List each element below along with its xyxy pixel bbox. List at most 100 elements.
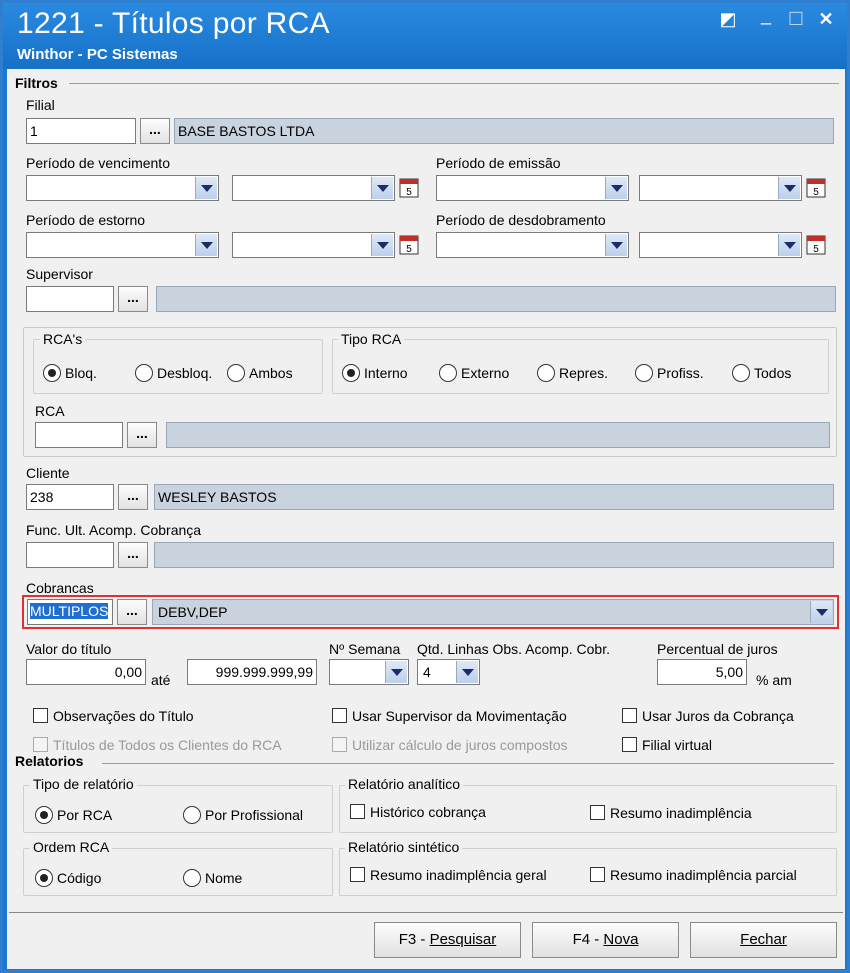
valor-to-input[interactable]: 999.999.999,99: [187, 659, 317, 685]
valor-titulo-label: Valor do título: [26, 641, 112, 657]
form-body: Filtros Filial 1 ... BASE BASTOS LTDA Pe…: [7, 69, 845, 969]
filial-code-input[interactable]: 1: [26, 118, 136, 144]
rcas-ambos-radio[interactable]: Ambos: [227, 364, 293, 382]
chevron-down-icon[interactable]: [778, 234, 800, 256]
calendar-icon[interactable]: 5: [804, 232, 828, 256]
cliente-label: Cliente: [26, 465, 70, 481]
ordem-nome-radio[interactable]: Nome: [183, 869, 242, 887]
rcas-desbloq-radio[interactable]: Desbloq.: [135, 364, 212, 382]
nova-button[interactable]: F4 - Nova: [532, 922, 679, 958]
emissao-from-combo[interactable]: [436, 175, 629, 201]
tipo-rca-interno-radio[interactable]: Interno: [342, 364, 408, 382]
cliente-name-field: WESLEY BASTOS: [154, 484, 834, 510]
supervisor-label: Supervisor: [26, 266, 93, 282]
relatorio-sintetico-legend: Relatório sintético: [345, 839, 463, 855]
rca-lookup-button[interactable]: ...: [127, 422, 157, 448]
func-ult-code-input[interactable]: [26, 542, 114, 568]
tipo-por-profissional-radio[interactable]: Por Profissional: [183, 806, 303, 824]
tipo-rca-profiss-radio[interactable]: Profiss.: [635, 364, 704, 382]
chevron-down-icon[interactable]: [195, 177, 217, 199]
application-window: 1221 - Títulos por RCA Winthor - PC Sist…: [0, 0, 850, 973]
desdobramento-from-combo[interactable]: [436, 232, 629, 258]
chevron-down-icon[interactable]: [195, 234, 217, 256]
estorno-from-combo[interactable]: [26, 232, 219, 258]
chevron-down-icon[interactable]: [810, 601, 832, 623]
ate-label: até: [151, 672, 171, 688]
relatorios-legend: Relatorios: [15, 753, 84, 769]
tipo-rca-todos-radio[interactable]: Todos: [732, 364, 791, 382]
pesquisar-button[interactable]: F3 - Pesquisar: [374, 922, 521, 958]
chevron-down-icon[interactable]: [778, 177, 800, 199]
periodo-estorno-label: Período de estorno: [26, 212, 146, 228]
valor-from-input[interactable]: 0,00: [26, 659, 146, 685]
vencimento-to-combo[interactable]: [232, 175, 395, 201]
svg-text:5: 5: [406, 187, 412, 198]
chevron-down-icon[interactable]: [385, 661, 407, 683]
estorno-to-combo[interactable]: [232, 232, 395, 258]
supervisor-lookup-button[interactable]: ...: [118, 286, 148, 312]
percentual-juros-input[interactable]: 5,00: [657, 659, 747, 685]
usar-supervisor-checkbox[interactable]: Usar Supervisor da Movimentação: [332, 708, 567, 724]
tipo-rca-repres-radio[interactable]: Repres.: [537, 364, 608, 382]
qtd-linhas-combo[interactable]: 4: [417, 659, 480, 685]
emissao-to-combo[interactable]: [639, 175, 802, 201]
tipo-relatorio-legend: Tipo de relatório: [30, 776, 137, 792]
chevron-down-icon[interactable]: [371, 234, 393, 256]
divider: [9, 912, 843, 913]
chevron-down-icon[interactable]: [605, 177, 627, 199]
divider: [102, 763, 834, 764]
fechar-button[interactable]: Fechar: [690, 922, 837, 958]
cliente-lookup-button[interactable]: ...: [118, 484, 148, 510]
ordem-codigo-radio[interactable]: Código: [35, 869, 101, 887]
svg-text:5: 5: [406, 244, 412, 255]
filial-name-field: BASE BASTOS LTDA: [174, 118, 834, 144]
supervisor-code-input[interactable]: [26, 286, 114, 312]
filtros-legend: Filtros: [15, 75, 58, 91]
cobrancas-combo[interactable]: DEBV,DEP: [152, 599, 834, 625]
cobrancas-lookup-button[interactable]: ...: [117, 599, 147, 625]
titulos-todos-checkbox[interactable]: Títulos de Todos os Clientes do RCA: [33, 737, 282, 753]
resumo-geral-checkbox[interactable]: Resumo inadimplência geral: [350, 867, 547, 883]
rca-code-input[interactable]: [35, 422, 123, 448]
svg-text:5: 5: [813, 244, 819, 255]
rcas-bloq-radio[interactable]: Bloq.: [43, 364, 97, 382]
historico-cobranca-checkbox[interactable]: Histórico cobrança: [350, 804, 486, 820]
restore-icon[interactable]: ◩: [715, 9, 741, 30]
cliente-code-input[interactable]: 238: [26, 484, 114, 510]
usar-juros-checkbox[interactable]: Usar Juros da Cobrança: [622, 708, 794, 724]
num-semana-combo[interactable]: [329, 659, 409, 685]
filial-virtual-checkbox[interactable]: Filial virtual: [622, 737, 712, 753]
tipo-rca-externo-radio[interactable]: Externo: [439, 364, 509, 382]
ordem-rca-legend: Ordem RCA: [30, 839, 113, 855]
periodo-emissao-label: Período de emissão: [436, 155, 561, 171]
cobrancas-code-selection: MULTIPLOS: [30, 603, 109, 619]
tipo-rca-legend: Tipo RCA: [338, 331, 405, 347]
observacoes-checkbox[interactable]: Observações do Título: [33, 708, 194, 724]
tipo-por-rca-radio[interactable]: Por RCA: [35, 806, 112, 824]
calendar-icon[interactable]: 5: [804, 175, 828, 199]
calendar-icon[interactable]: 5: [397, 232, 421, 256]
rcas-legend: RCA's: [40, 331, 86, 347]
chevron-down-icon[interactable]: [456, 661, 478, 683]
desdobramento-to-combo[interactable]: [639, 232, 802, 258]
chevron-down-icon[interactable]: [371, 177, 393, 199]
chevron-down-icon[interactable]: [605, 234, 627, 256]
percentual-unit: % am: [756, 672, 792, 688]
resumo-inadimplencia-checkbox[interactable]: Resumo inadimplência: [590, 805, 752, 821]
rca-name-field: [166, 422, 830, 448]
maximize-button[interactable]: ☐: [783, 9, 809, 30]
func-ult-name-field: [154, 542, 834, 568]
func-ult-lookup-button[interactable]: ...: [118, 542, 148, 568]
relatorio-analitico-legend: Relatório analítico: [345, 776, 464, 792]
vencimento-from-combo[interactable]: [26, 175, 219, 201]
func-ult-label: Func. Ult. Acomp. Cobrança: [26, 522, 202, 538]
calendar-icon[interactable]: 5: [397, 175, 421, 199]
resumo-parcial-checkbox[interactable]: Resumo inadimplência parcial: [590, 867, 797, 883]
window-subtitle: Winthor - PC Sistemas: [17, 46, 178, 63]
calculo-compostos-checkbox[interactable]: Utilizar cálculo de juros compostos: [332, 737, 568, 753]
minimize-button[interactable]: _: [753, 5, 779, 26]
title-bar[interactable]: 1221 - Títulos por RCA Winthor - PC Sist…: [3, 3, 847, 69]
close-button[interactable]: ✕: [813, 9, 839, 30]
filial-lookup-button[interactable]: ...: [140, 118, 170, 144]
cobrancas-code-input[interactable]: MULTIPLOS: [27, 599, 113, 625]
